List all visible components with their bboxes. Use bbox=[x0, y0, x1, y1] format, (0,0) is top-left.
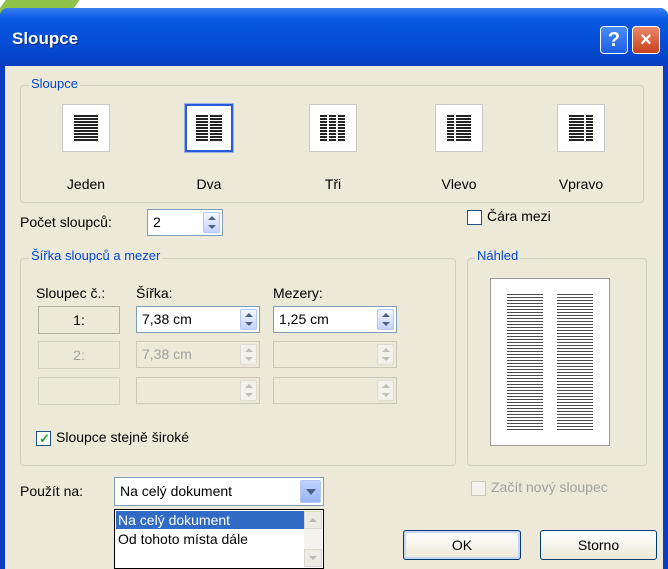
dialog-title: Sloupce bbox=[12, 29, 79, 48]
column-3-number bbox=[38, 377, 120, 405]
three-columns-icon-middle bbox=[329, 115, 336, 141]
column-3-width-input[interactable] bbox=[136, 377, 260, 404]
column-number-header: Sloupec č.: bbox=[36, 285, 106, 301]
column-1-spacing-value: 1,25 cm bbox=[279, 311, 329, 327]
preset-jeden-label: Jeden bbox=[66, 176, 106, 192]
preview-page bbox=[490, 278, 610, 446]
list-scrollbar[interactable] bbox=[304, 511, 322, 567]
preset-vlevo-button[interactable] bbox=[435, 104, 483, 152]
one-column-icon bbox=[74, 115, 98, 141]
ok-button[interactable]: OK bbox=[403, 530, 521, 560]
scroll-down-icon[interactable] bbox=[304, 549, 322, 567]
preset-tri-button[interactable] bbox=[309, 104, 357, 152]
preview-column-right bbox=[557, 294, 593, 432]
two-columns-icon-right bbox=[210, 115, 222, 141]
preset-vlevo-label: Vlevo bbox=[441, 176, 477, 192]
column-3-spacing-spinner[interactable] bbox=[377, 380, 394, 401]
column-1-spacing-spinner[interactable] bbox=[377, 309, 394, 330]
column-count-spinner[interactable] bbox=[203, 212, 220, 233]
apply-to-dropdown[interactable]: Na celý dokument bbox=[114, 477, 324, 506]
left-column-icon-wide bbox=[456, 115, 471, 141]
spacing-header: Mezery: bbox=[273, 285, 323, 301]
cancel-button[interactable]: Storno bbox=[540, 530, 657, 560]
column-count-input[interactable]: 2 bbox=[147, 209, 223, 236]
column-3-spacing-input[interactable] bbox=[273, 377, 397, 404]
scroll-up-icon[interactable] bbox=[304, 511, 322, 529]
line-between-label: Čára mezi bbox=[487, 208, 551, 224]
column-2-width-input[interactable]: 7,38 cm bbox=[136, 341, 260, 368]
column-2-width-value: 7,38 cm bbox=[142, 346, 192, 362]
line-between-checkbox[interactable] bbox=[467, 210, 482, 225]
three-columns-icon-right bbox=[338, 115, 345, 141]
column-2-spacing-input[interactable] bbox=[273, 341, 397, 368]
preset-vpravo-button[interactable] bbox=[557, 104, 605, 152]
widths-legend: Šířka sloupců a mezer bbox=[29, 248, 163, 263]
title-bar[interactable]: Sloupce ? × bbox=[0, 8, 668, 66]
column-1-width-value: 7,38 cm bbox=[142, 311, 192, 327]
help-button[interactable]: ? bbox=[600, 26, 628, 54]
column-3-width-spinner[interactable] bbox=[240, 380, 257, 401]
column-1-number: 1: bbox=[38, 306, 120, 334]
apply-option-from-here[interactable]: Od tohoto místa dále bbox=[116, 530, 305, 548]
checkmark-icon: ✓ bbox=[39, 431, 50, 446]
column-1-width-spinner[interactable] bbox=[240, 309, 257, 330]
preset-vpravo-label: Vpravo bbox=[558, 176, 604, 192]
presets-legend: Sloupce bbox=[29, 76, 80, 91]
left-column-icon bbox=[447, 115, 454, 141]
apply-to-list: Na celý dokument Od tohoto místa dále bbox=[114, 509, 324, 569]
column-2-number: 2: bbox=[38, 341, 120, 369]
equal-width-label: Sloupce stejně široké bbox=[56, 429, 190, 445]
three-columns-icon bbox=[320, 115, 327, 141]
column-2-spacing-spinner[interactable] bbox=[377, 344, 394, 365]
apply-to-value: Na celý dokument bbox=[120, 483, 233, 499]
right-column-icon-narrow bbox=[586, 115, 593, 141]
preset-jeden-button[interactable] bbox=[62, 104, 110, 152]
apply-option-whole-document[interactable]: Na celý dokument bbox=[116, 511, 305, 529]
column-1-width-input[interactable]: 7,38 cm bbox=[136, 306, 260, 333]
new-column-label: Začít nový sloupec bbox=[491, 479, 608, 495]
preset-dva-label: Dva bbox=[196, 176, 222, 192]
close-button[interactable]: × bbox=[632, 26, 660, 54]
preview-column-left bbox=[507, 294, 543, 432]
new-column-checkbox[interactable] bbox=[471, 481, 486, 496]
column-count-label: Počet sloupců: bbox=[20, 214, 112, 230]
two-columns-icon bbox=[196, 115, 208, 141]
dropdown-arrow-icon[interactable] bbox=[300, 480, 321, 503]
column-2-width-spinner[interactable] bbox=[240, 344, 257, 365]
column-1-spacing-input[interactable]: 1,25 cm bbox=[273, 306, 397, 333]
width-header: Šířka: bbox=[136, 285, 173, 301]
preview-legend: Náhled bbox=[475, 248, 521, 263]
equal-width-checkbox[interactable]: ✓ bbox=[36, 431, 51, 446]
preset-dva-button[interactable] bbox=[184, 103, 234, 153]
preset-tri-label: Tři bbox=[324, 176, 342, 192]
right-column-icon bbox=[569, 115, 584, 141]
column-count-value: 2 bbox=[153, 214, 161, 230]
apply-to-label: Použít na: bbox=[20, 483, 84, 499]
